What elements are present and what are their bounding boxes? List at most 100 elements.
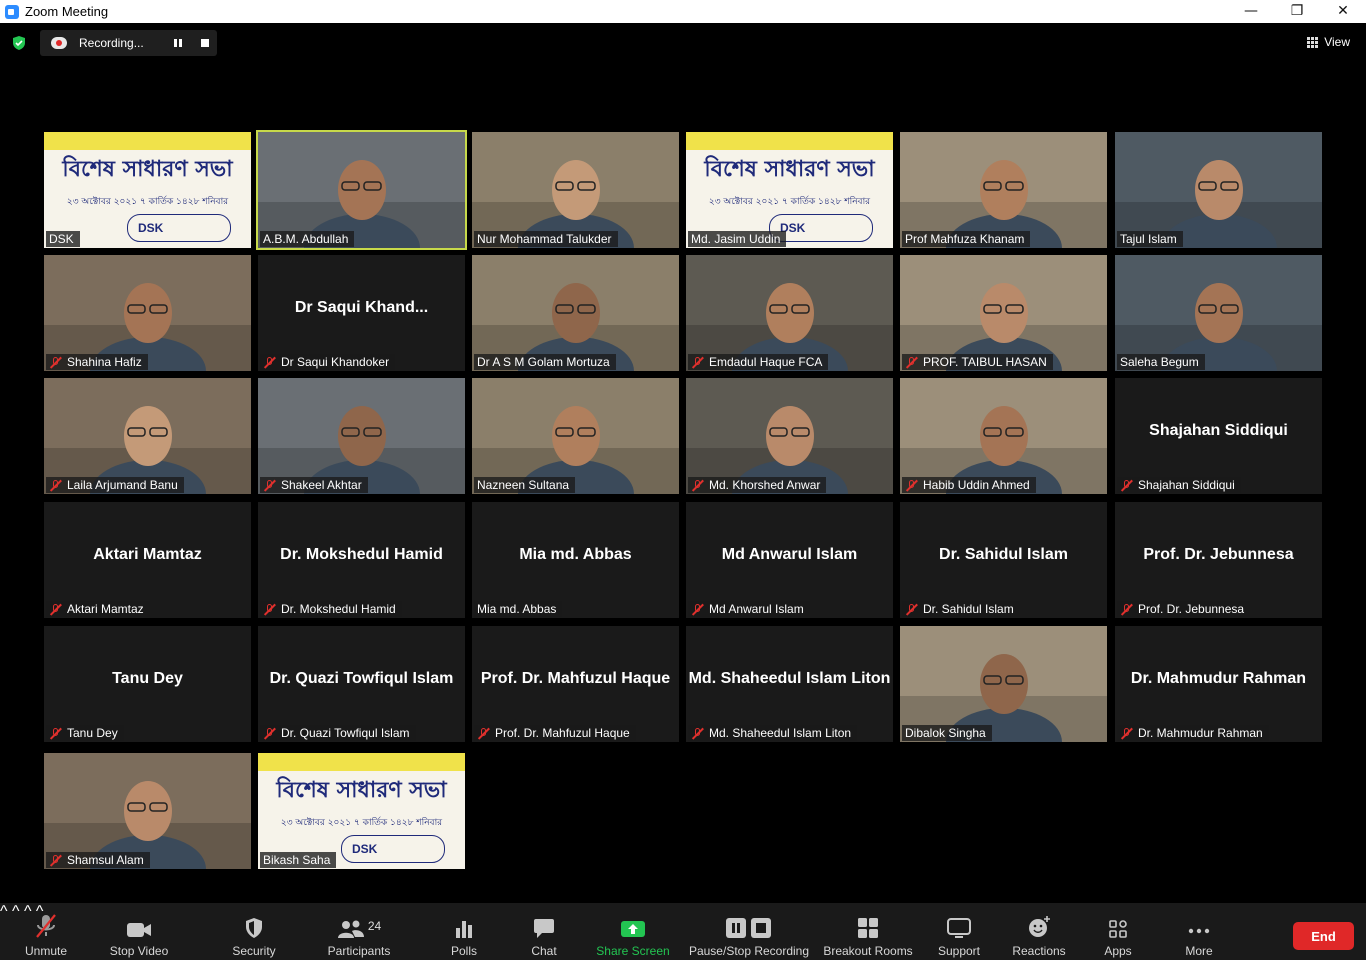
participant-tile[interactable]: Habib Uddin Ahmed bbox=[900, 378, 1107, 494]
participant-tile[interactable]: Shajahan Siddiqui Shajahan Siddiqui bbox=[1115, 378, 1322, 494]
participant-name-tag: Laila Arjumand Banu bbox=[46, 477, 184, 493]
participant-name: Md Anwarul Islam bbox=[709, 602, 804, 616]
participant-name-tag: A.B.M. Abdullah bbox=[260, 231, 355, 247]
muted-microphone-icon bbox=[49, 603, 62, 616]
participant-tile[interactable]: Saleha Begum bbox=[1115, 255, 1322, 371]
banner-title: বিশেষ সাধারণ সভা bbox=[62, 157, 233, 182]
participant-name-tag: Shakeel Akhtar bbox=[260, 477, 368, 493]
end-meeting-button[interactable]: End bbox=[1293, 922, 1354, 950]
reactions-label: Reactions bbox=[1012, 944, 1066, 958]
participant-name: Md. Khorshed Anwar bbox=[709, 478, 821, 492]
participant-tile[interactable]: Shamsul Alam bbox=[44, 753, 251, 869]
audio-options-caret-icon[interactable]: ^ bbox=[0, 903, 8, 920]
participant-name: Aktari Mamtaz bbox=[67, 602, 144, 616]
participant-tile[interactable]: Nazneen Sultana bbox=[472, 378, 679, 494]
participant-tile[interactable]: Dr A S M Golam Mortuza bbox=[472, 255, 679, 371]
participant-name-tag: Prof Mahfuza Khanam bbox=[902, 231, 1031, 247]
participant-tile[interactable]: Shahina Hafiz bbox=[44, 255, 251, 371]
close-button[interactable]: ✕ bbox=[1320, 0, 1366, 23]
participant-name-tag: Tajul Islam bbox=[1117, 231, 1183, 247]
participant-display-name: Md. Shaheedul Islam Liton bbox=[688, 670, 891, 687]
support-button[interactable]: Support bbox=[932, 903, 986, 960]
participant-tile[interactable]: Md. Khorshed Anwar bbox=[686, 378, 893, 494]
muted-microphone-icon bbox=[263, 727, 276, 740]
participant-name-tag: Md. Shaheedul Islam Liton bbox=[688, 725, 858, 741]
participant-tile[interactable]: Dr. Mokshedul Hamid Dr. Mokshedul Hamid bbox=[258, 502, 465, 618]
participant-tile[interactable]: Dr. Mahmudur Rahman Dr. Mahmudur Rahman bbox=[1115, 626, 1322, 742]
apps-button[interactable]: Apps bbox=[1096, 903, 1140, 960]
participant-name-tag: Emdadul Haque FCA bbox=[688, 354, 829, 370]
minimize-button[interactable]: — bbox=[1228, 0, 1274, 23]
dsk-logo: DSK bbox=[341, 835, 445, 863]
pause-recording-icon[interactable] bbox=[174, 39, 182, 47]
participant-tile[interactable]: Dr. Sahidul Islam Dr. Sahidul Islam bbox=[900, 502, 1107, 618]
encryption-shield-icon[interactable] bbox=[11, 35, 27, 51]
participant-tile[interactable]: Dibalok Singha bbox=[900, 626, 1107, 742]
apps-icon bbox=[1109, 920, 1127, 938]
muted-microphone-icon bbox=[905, 603, 918, 616]
participant-name: Habib Uddin Ahmed bbox=[923, 478, 1030, 492]
participant-tile[interactable]: Md Anwarul Islam Md Anwarul Islam bbox=[686, 502, 893, 618]
participant-name: Shahina Hafiz bbox=[67, 355, 142, 369]
chat-button[interactable]: Chat bbox=[520, 903, 568, 960]
participant-name-tag: Bikash Saha bbox=[260, 852, 337, 868]
participant-tile[interactable]: Md. Shaheedul Islam Liton Md. Shaheedul I… bbox=[686, 626, 893, 742]
recording-indicator: Recording... bbox=[40, 30, 217, 56]
participant-tile[interactable]: Nur Mohammad Talukder bbox=[472, 132, 679, 248]
security-button[interactable]: Security bbox=[226, 903, 282, 960]
participants-button[interactable]: 24 Participants bbox=[322, 903, 396, 960]
stop-video-label: Stop Video bbox=[109, 944, 169, 958]
polls-button[interactable]: Polls bbox=[440, 903, 488, 960]
view-button[interactable]: View bbox=[1307, 35, 1350, 49]
participant-tile[interactable]: PROF. TAIBUL HASAN bbox=[900, 255, 1107, 371]
participant-name: Tajul Islam bbox=[1120, 232, 1177, 246]
more-label: More bbox=[1185, 944, 1213, 958]
participant-display-name: Prof. Dr. Mahfuzul Haque bbox=[480, 670, 671, 687]
share-screen-button[interactable]: Share Screen bbox=[596, 903, 670, 960]
pause-stop-recording-button[interactable]: Pause/Stop Recording bbox=[688, 903, 810, 960]
participant-name-tag: Md Anwarul Islam bbox=[688, 601, 810, 617]
participant-tile[interactable]: Prof. Dr. Mahfuzul Haque Prof. Dr. Mahfuz… bbox=[472, 626, 679, 742]
participant-tile[interactable]: Tanu Dey Tanu Dey bbox=[44, 626, 251, 742]
reactions-smiley-icon bbox=[1029, 916, 1050, 937]
participant-tile[interactable]: Laila Arjumand Banu bbox=[44, 378, 251, 494]
stop-recording-icon[interactable] bbox=[201, 39, 209, 47]
participant-name-tag: Shamsul Alam bbox=[46, 852, 150, 868]
muted-microphone-icon bbox=[691, 727, 704, 740]
stop-video-button[interactable]: Stop Video bbox=[104, 903, 174, 960]
participant-tile[interactable]: A.B.M. Abdullah bbox=[256, 130, 467, 250]
participant-display-name: Dr. Mokshedul Hamid bbox=[280, 546, 443, 563]
participant-tile[interactable]: বিশেষ সাধারণ সভা ২৩ অক্টোবর ২০২১ ৭ কার্তি… bbox=[258, 753, 465, 869]
participant-tile[interactable]: Mia md. Abbas Mia md. Abbas bbox=[472, 502, 679, 618]
participant-tile[interactable]: Dr Saqui Khand... Dr Saqui Khandoker bbox=[258, 255, 465, 371]
participant-display-name: Mia md. Abbas bbox=[519, 546, 632, 563]
participant-name: Dr. Mokshedul Hamid bbox=[281, 602, 396, 616]
participant-tile[interactable]: Aktari Mamtaz Aktari Mamtaz bbox=[44, 502, 251, 618]
chat-bubble-icon bbox=[534, 919, 554, 938]
breakout-rooms-button[interactable]: Breakout Rooms bbox=[822, 903, 914, 960]
participant-tile[interactable]: Tajul Islam bbox=[1115, 132, 1322, 248]
participant-tile[interactable]: Shakeel Akhtar bbox=[258, 378, 465, 494]
reactions-button[interactable]: Reactions bbox=[1010, 903, 1068, 960]
maximize-button[interactable]: ❐ bbox=[1274, 0, 1320, 23]
participant-name-tag: Shajahan Siddiqui bbox=[1117, 477, 1241, 493]
participant-tile[interactable]: Dr. Quazi Towfiqul Islam Dr. Quazi Towfiq… bbox=[258, 626, 465, 742]
participant-name-tag: Nur Mohammad Talukder bbox=[474, 231, 618, 247]
breakout-rooms-label: Breakout Rooms bbox=[823, 944, 913, 958]
video-camera-icon bbox=[127, 923, 151, 937]
participant-tile[interactable]: Emdadul Haque FCA bbox=[686, 255, 893, 371]
participant-name: Laila Arjumand Banu bbox=[67, 478, 178, 492]
participant-name-tag: Dr. Mahmudur Rahman bbox=[1117, 725, 1269, 741]
participant-name: Dr Saqui Khandoker bbox=[281, 355, 390, 369]
participant-name: Shajahan Siddiqui bbox=[1138, 478, 1235, 492]
unmute-button[interactable]: Unmute bbox=[18, 903, 74, 960]
more-button[interactable]: More bbox=[1176, 903, 1222, 960]
participant-display-name: Shajahan Siddiqui bbox=[1149, 422, 1288, 439]
apps-label: Apps bbox=[1104, 944, 1132, 958]
muted-microphone-icon bbox=[477, 727, 490, 740]
participant-tile[interactable]: বিশেষ সাধারণ সভা ২৩ অক্টোবর ২০২১ ৭ কার্তি… bbox=[686, 132, 893, 248]
participant-tile[interactable]: বিশেষ সাধারণ সভা ২৩ অক্টোবর ২০২১ ৭ কার্তি… bbox=[44, 132, 251, 248]
participant-tile[interactable]: Prof. Dr. Jebunnesa Prof. Dr. Jebunnesa bbox=[1115, 502, 1322, 618]
participant-tile[interactable]: Prof Mahfuza Khanam bbox=[900, 132, 1107, 248]
participant-name-tag: Md. Jasim Uddin bbox=[688, 231, 787, 247]
